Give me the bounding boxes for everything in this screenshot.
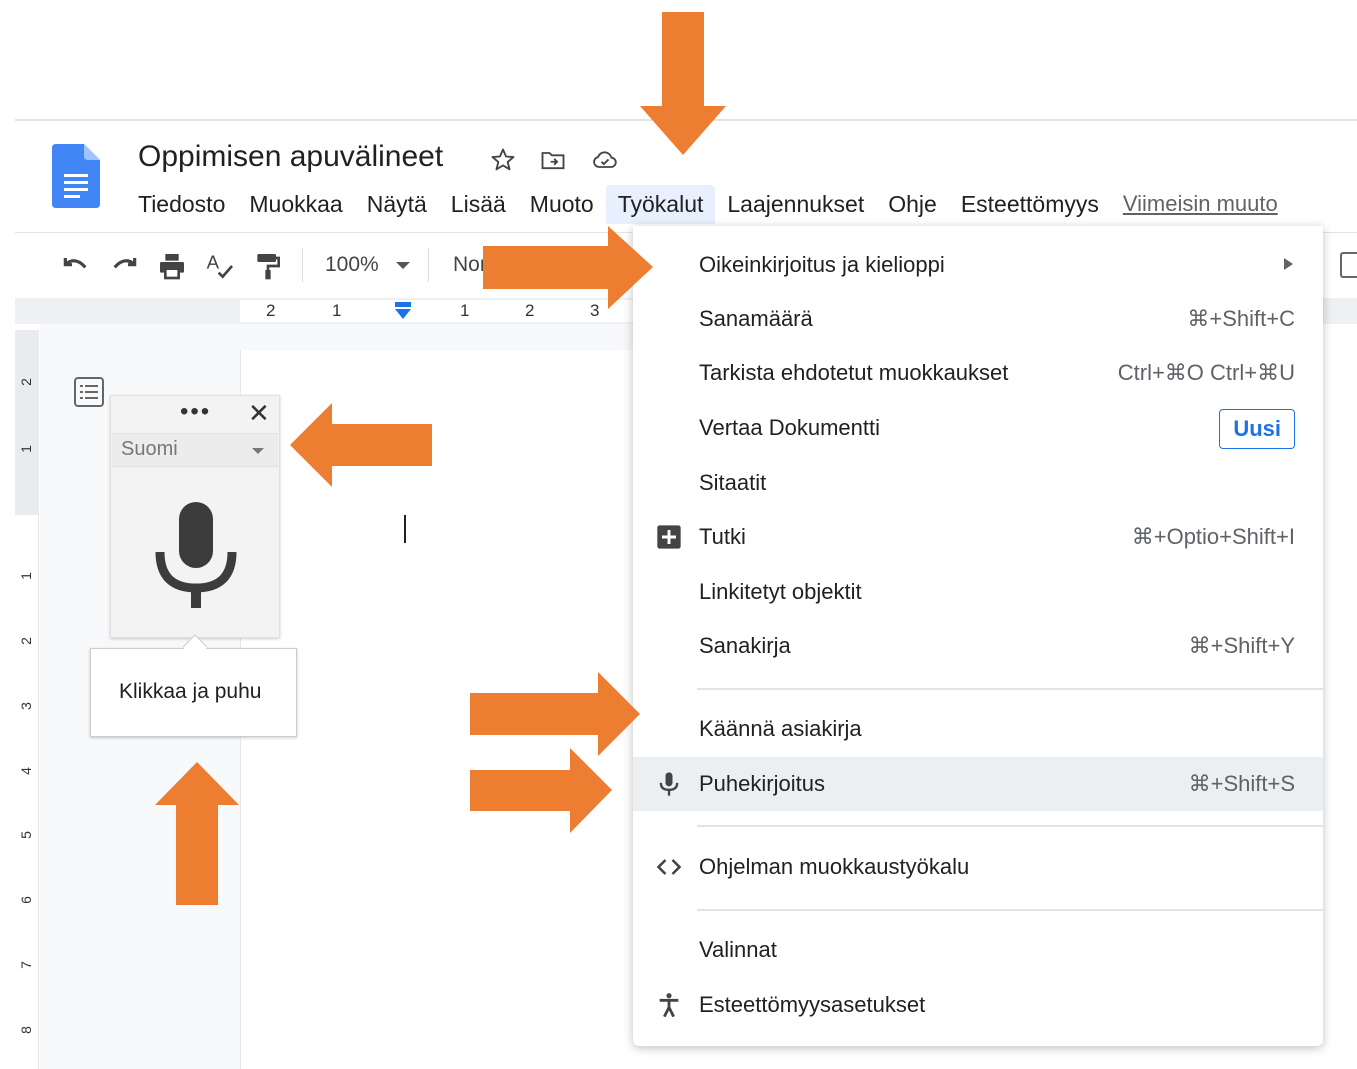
menu-item-label: Sanamäärä [699,306,813,331]
star-icon[interactable] [488,146,518,174]
vruler-number: 7 [17,961,34,969]
menu-item-label: Valinnat [699,937,777,962]
zoom-select[interactable]: 100% [325,253,379,277]
menu-item-shortcut: ⌘+Optio+Shift+I [1131,524,1295,549]
menu-item-script-editor[interactable]: Ohjelman muokkaustyökalu [633,840,1323,894]
menu-item-label: Oikeinkirjoitus ja kielioppi [699,252,945,277]
menu-item-preferences[interactable]: Valinnat [633,923,1323,977]
chevron-down-icon[interactable] [252,448,264,454]
menu-item-accessibility-settings[interactable]: Esteettömyysasetukset [633,978,1323,1032]
edit-mode-icon[interactable] [1340,252,1357,278]
menu-item-shortcut: ⌘+Shift+C [1187,306,1295,331]
menu-bar: Tiedosto Muokkaa Näytä Lisää Muoto Työka… [126,182,1290,226]
vruler-number: 5 [17,831,34,839]
svg-text:A: A [207,252,220,273]
menu-item-word-count[interactable]: Sanamäärä ⌘+Shift+C [633,292,1323,346]
toolbar-separator [428,248,429,282]
ruler-number: 1 [460,301,470,320]
menu-item-label: Sanakirja [699,633,791,658]
document-outline-icon[interactable] [73,376,105,408]
menu-item-shortcut: ⌘+Shift+Y [1188,633,1295,658]
menu-item-translate-document[interactable]: Käännä asiakirja [633,702,1323,756]
cloud-status-icon[interactable] [590,146,620,174]
vruler-number: 4 [17,767,34,775]
menu-extensions[interactable]: Laajennukset [715,185,876,224]
text-cursor [404,515,406,543]
menu-item-label: Tutki [699,524,746,549]
menu-tools[interactable]: Työkalut [605,184,716,224]
annotation-arrow-left [290,403,432,487]
menu-view[interactable]: Näytä [355,185,439,224]
menu-item-citations[interactable]: Sitaatit [633,456,1323,510]
vertical-ruler-margin [15,330,39,515]
paint-format-icon[interactable] [252,250,284,282]
print-icon[interactable] [156,250,188,282]
move-to-folder-icon[interactable] [538,146,568,174]
explore-icon [655,523,683,551]
menu-item-voice-typing[interactable]: Puhekirjoitus ⌘+Shift+S [633,757,1323,811]
microphone-icon [655,770,683,798]
document-title[interactable]: Oppimisen apuvälineet [138,140,443,174]
submenu-arrow-icon [1284,258,1293,270]
close-icon[interactable]: ✕ [248,398,270,429]
microphone-icon[interactable] [155,502,237,610]
annotation-arrow-up [155,762,239,905]
menu-item-label: Esteettömyysasetukset [699,992,926,1017]
voice-tooltip-text: Klikkaa ja puhu [119,680,262,703]
undo-icon[interactable] [60,250,92,282]
menu-item-label: Puhekirjoitus [699,771,825,796]
menu-item-label: Linkitetyt objektit [699,579,862,604]
new-badge: Uusi [1219,409,1295,449]
accessibility-icon [655,991,683,1019]
last-edit-link[interactable]: Viimeisin muuto [1111,185,1290,223]
menu-item-shortcut: ⌘+Shift+S [1188,771,1295,796]
menu-separator [697,909,1323,911]
google-docs-logo-icon[interactable] [52,144,100,208]
menu-item-label: Sitaatit [699,470,767,495]
menu-item-label: Ohjelman muokkaustyökalu [699,854,970,879]
vruler-number: 2 [17,637,34,645]
redo-icon[interactable] [108,250,140,282]
menu-item-linked-objects[interactable]: Linkitetyt objektit [633,565,1323,619]
menu-item-compare-documents[interactable]: Vertaa Dokumentti Uusi [633,401,1323,455]
chevron-down-icon[interactable] [396,262,410,269]
menu-item-spelling-grammar[interactable]: Oikeinkirjoitus ja kielioppi [633,238,1323,292]
menu-item-label: Tarkista ehdotetut muokkaukset [699,360,1009,385]
language-select-value[interactable]: Suomi [121,438,178,461]
menu-insert[interactable]: Lisää [439,185,518,224]
menu-item-label: Vertaa Dokumentti [699,415,880,440]
ruler-number: 2 [266,301,276,320]
menu-separator [697,688,1323,690]
annotation-arrow-down [640,12,726,155]
more-options-icon[interactable]: ••• [180,398,211,426]
menu-item-label: Käännä asiakirja [699,716,862,741]
menu-item-review-suggested-edits[interactable]: Tarkista ehdotetut muokkaukset Ctrl+⌘O C… [633,346,1323,400]
menu-item-explore[interactable]: Tutki ⌘+Optio+Shift+I [633,510,1323,564]
menu-accessibility[interactable]: Esteettömyys [949,185,1111,224]
annotation-arrow-right [483,226,653,309]
menu-item-dictionary[interactable]: Sanakirja ⌘+Shift+Y [633,619,1323,673]
menu-edit[interactable]: Muokkaa [237,185,354,224]
tools-menu: Oikeinkirjoitus ja kielioppi Sanamäärä ⌘… [633,226,1323,1046]
menu-separator [697,825,1323,827]
vruler-number: 6 [17,896,34,904]
indent-marker-icon[interactable] [393,302,413,320]
toolbar-separator [302,248,303,282]
vruler-number: 1 [17,445,34,453]
menu-format[interactable]: Muoto [518,185,606,224]
vruler-number: 3 [17,702,34,710]
ruler-number: 1 [332,301,342,320]
code-icon [655,853,683,881]
spellcheck-icon[interactable]: A [204,250,236,282]
menu-file[interactable]: Tiedosto [126,185,237,224]
paragraph-style-select[interactable]: Nor [453,253,487,277]
menu-item-shortcut: Ctrl+⌘O Ctrl+⌘U [1117,360,1295,385]
vruler-number: 8 [17,1026,34,1034]
annotation-arrow-right [470,748,612,833]
vruler-number: 1 [17,572,34,580]
menu-help[interactable]: Ohje [876,185,949,224]
annotation-arrow-right [470,672,640,756]
vruler-number: 2 [17,378,34,386]
